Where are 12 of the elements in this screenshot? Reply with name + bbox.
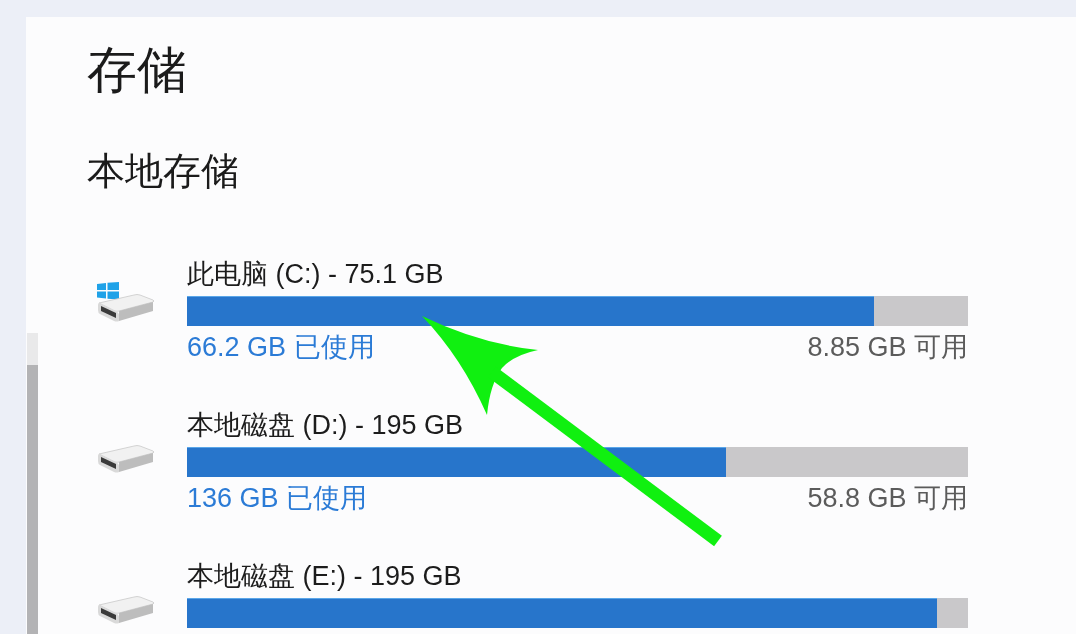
used-space-text: 66.2 GB 已使用 (187, 331, 375, 364)
drive-icon (97, 596, 155, 624)
drive-label: 此电脑 (C:) - 75.1 GB (187, 258, 444, 290)
system-drive-icon (97, 282, 155, 322)
drive-label: 本地磁盘 (D:) - 195 GB (187, 409, 464, 441)
drive-label: 本地磁盘 (E:) - 195 GB (187, 560, 462, 592)
page-title: 存储 (87, 41, 187, 100)
free-space-text: 58.8 GB 可用 (807, 482, 968, 515)
section-title: 本地存储 (87, 149, 239, 194)
used-space-text: 136 GB 已使用 (187, 482, 368, 515)
drive-icon (97, 445, 155, 473)
free-space-text: 8.85 GB 可用 (807, 331, 968, 364)
